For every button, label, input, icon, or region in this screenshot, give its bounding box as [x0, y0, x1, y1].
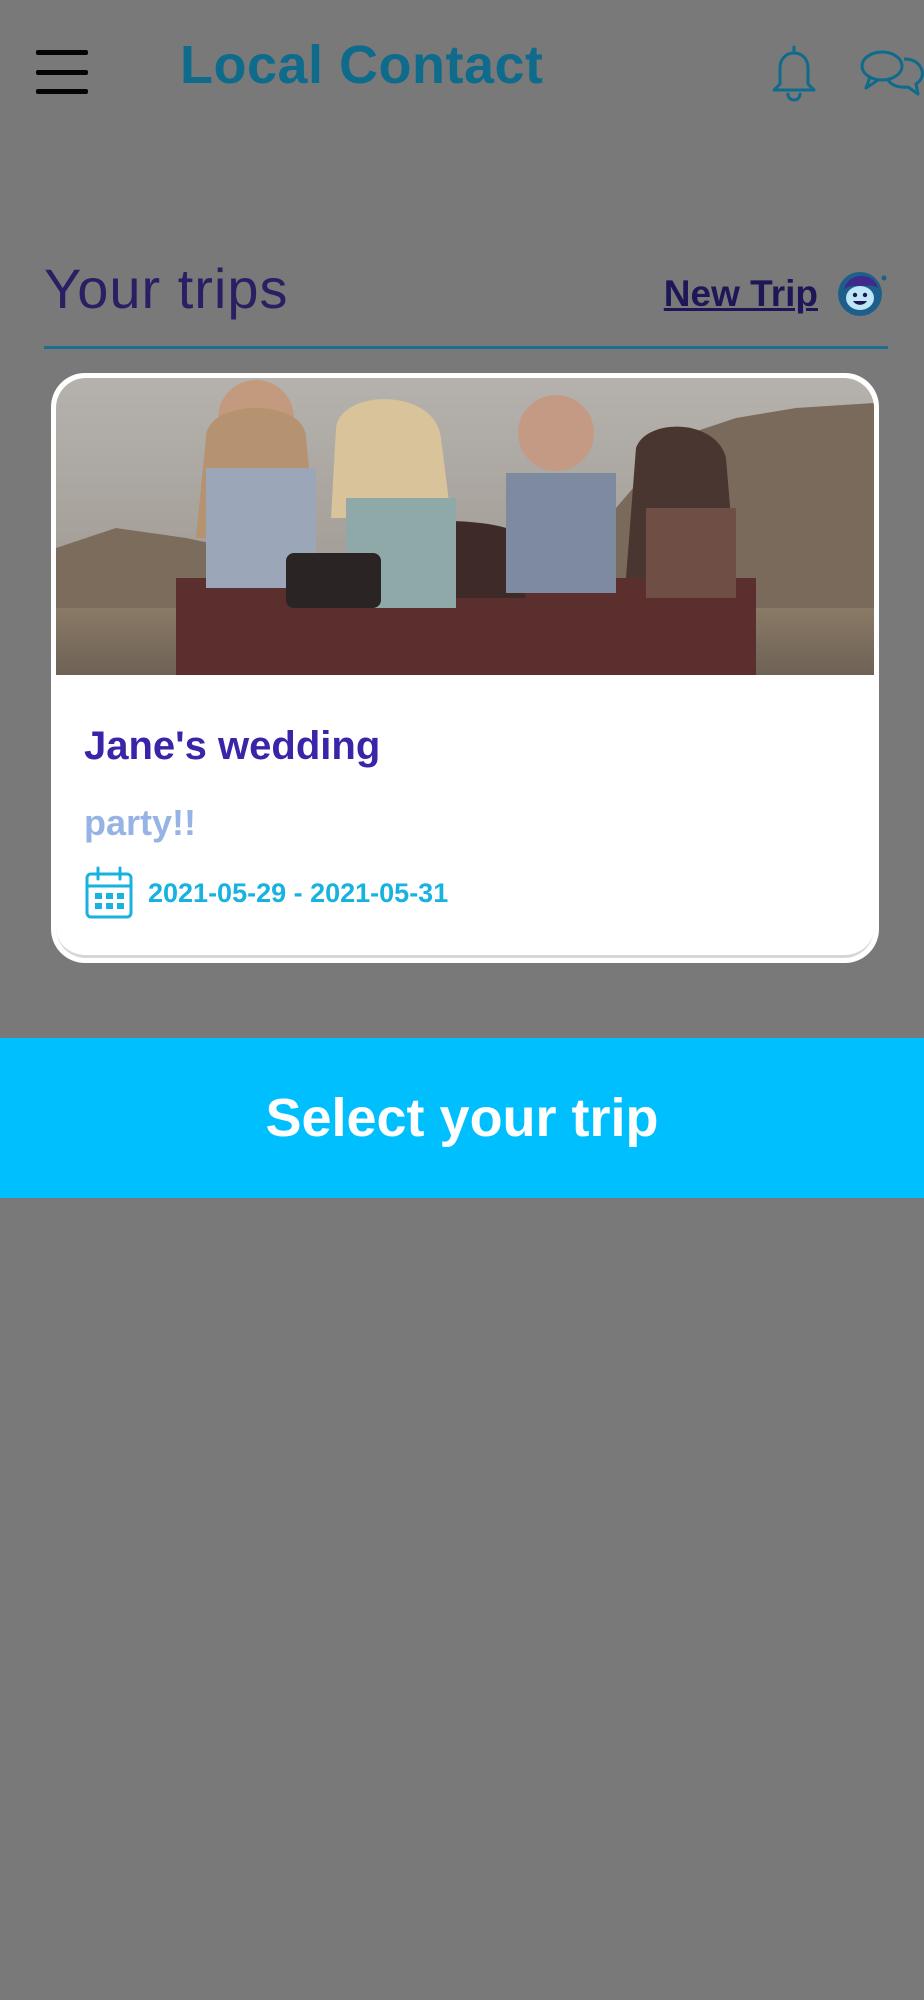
select-trip-label: Select your trip: [265, 1088, 659, 1148]
trip-card-body: Jane's wedding party!! 2021-05-29 - 2021…: [56, 378, 874, 958]
menu-bar: [36, 50, 88, 55]
trip-dates-row: 2021-05-29 - 2021-05-31: [84, 866, 448, 920]
section-title: Your trips: [44, 257, 289, 320]
trip-card[interactable]: Jane's wedding party!! 2021-05-29 - 2021…: [51, 373, 879, 963]
trip-description: party!!: [84, 802, 197, 843]
menu-button[interactable]: [36, 50, 94, 94]
chat-bubbles-icon[interactable]: [858, 46, 924, 98]
menu-bar: [36, 89, 88, 94]
trips-section-header: Your trips New Trip: [44, 250, 888, 349]
new-trip-button[interactable]: New Trip: [664, 270, 888, 318]
trip-dates: 2021-05-29 - 2021-05-31: [148, 877, 449, 908]
smiling-face-icon: [838, 272, 887, 316]
trip-photo: [56, 378, 874, 675]
new-trip-label: New Trip: [663, 273, 818, 314]
trip-name: Jane's wedding: [84, 724, 381, 768]
app-title: Local Contact: [180, 35, 544, 95]
select-trip-button[interactable]: Select your trip: [0, 1038, 924, 1198]
app-header: Local Contact: [0, 0, 924, 150]
calendar-icon: [85, 866, 133, 919]
menu-bar: [36, 69, 88, 75]
bell-icon[interactable]: [766, 44, 822, 102]
